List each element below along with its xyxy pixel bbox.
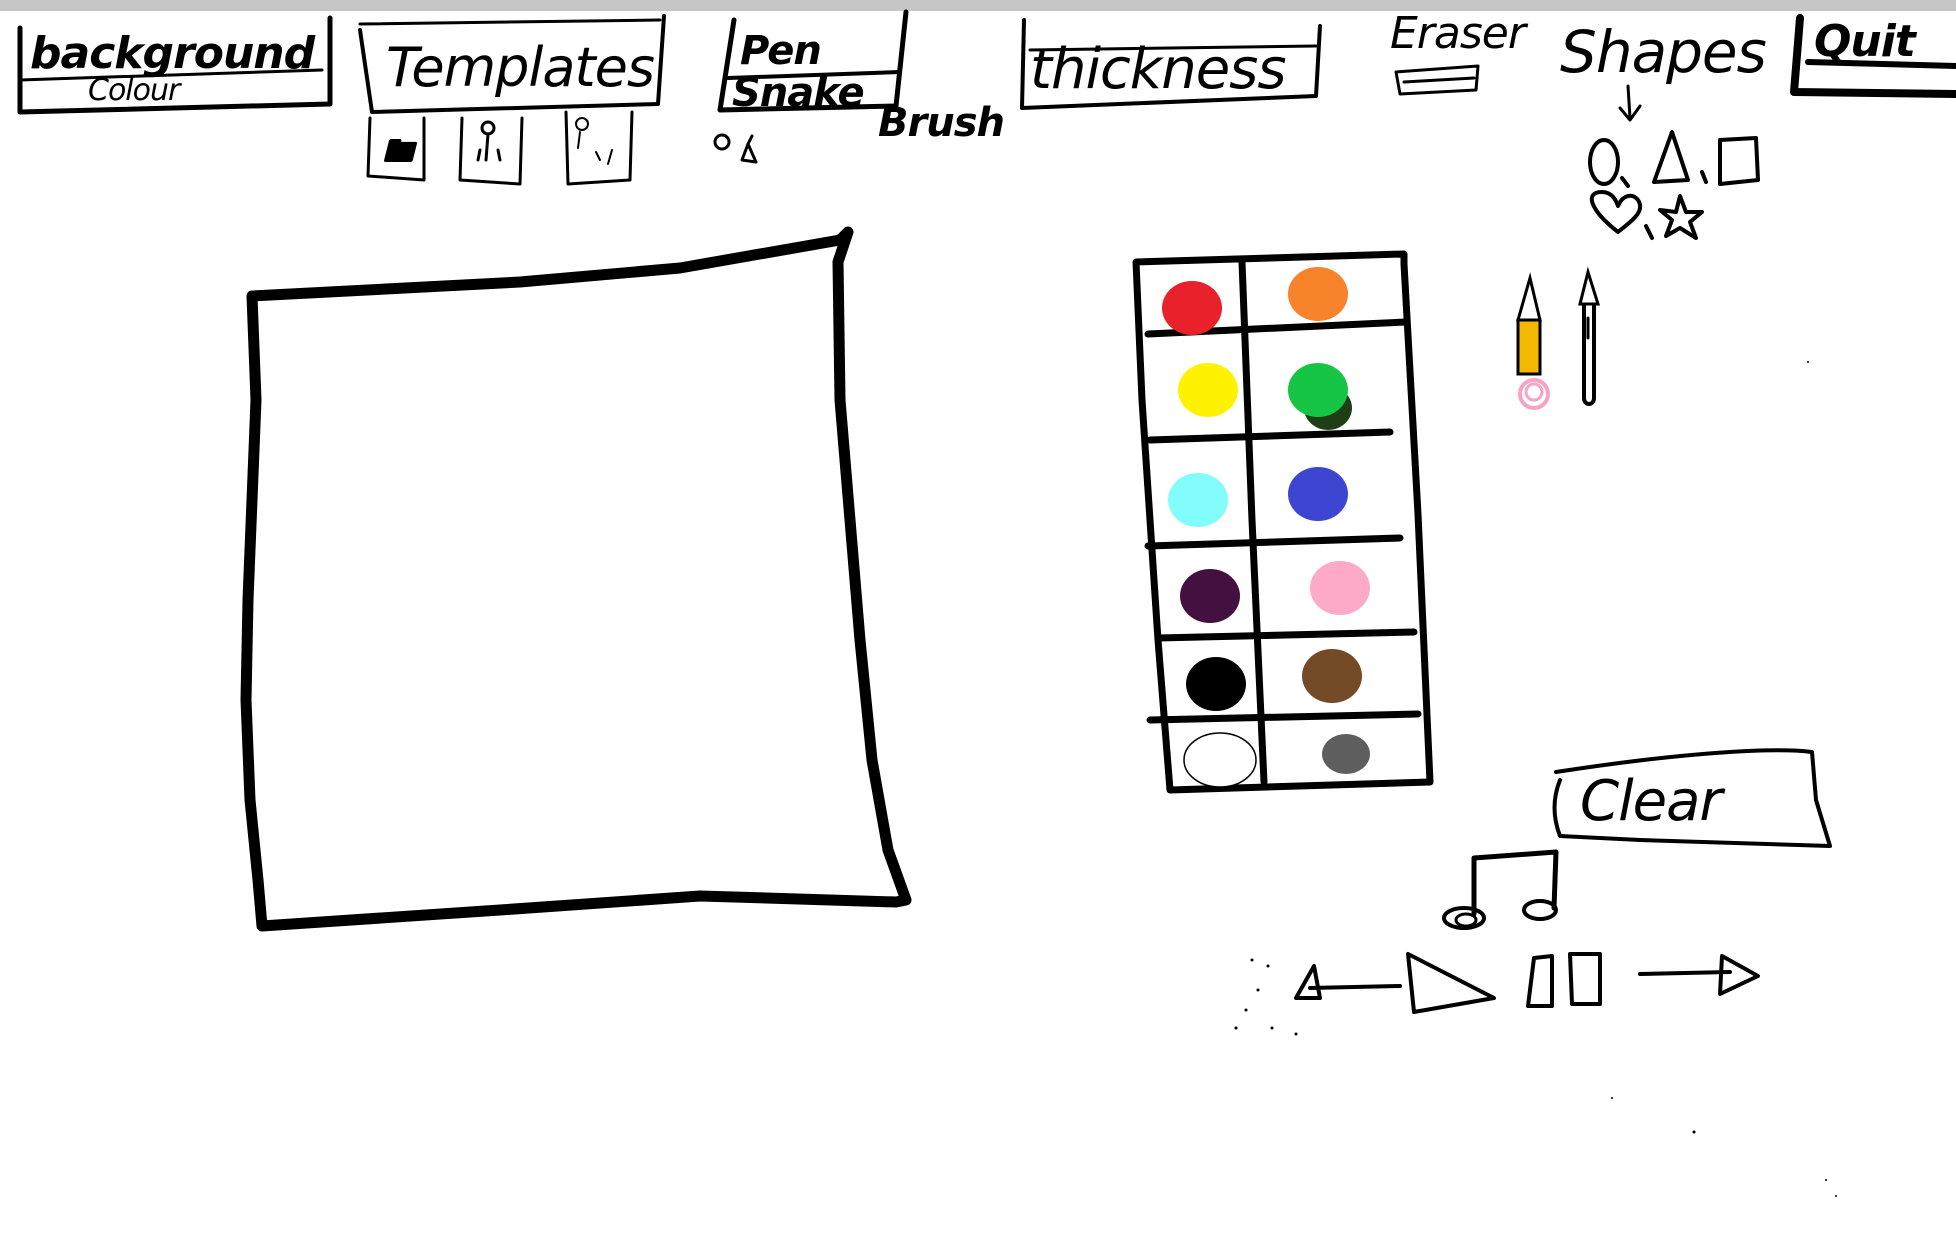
pen-sublabel: Snake [732,70,864,116]
square-icon[interactable] [1718,136,1760,186]
brush-button[interactable]: Brush [878,100,1005,146]
template-thumb-2[interactable] [458,116,524,186]
templates-label: Templates [386,36,654,99]
pause-button[interactable] [1526,952,1602,1008]
clear-button[interactable]: Clear [1552,748,1832,848]
back-arrow-button[interactable] [1294,964,1402,1000]
shapes-button[interactable]: Shapes [1560,18,1767,122]
color-swatches [1162,267,1370,788]
play-icon [1406,952,1496,1014]
brush-label: Brush [878,100,1004,146]
background-label: background [30,28,316,79]
shapes-label: Shapes [1560,18,1766,86]
background-sublabel: Colour [88,73,182,108]
star-icon[interactable] [1658,194,1704,240]
swatch-cyan[interactable] [1168,473,1228,527]
pencil-icon [1516,318,1542,376]
shape-options[interactable] [1588,130,1760,240]
thickness-button[interactable]: thickness [1020,18,1322,110]
sketch-ui: background Colour Templates 🖿 Pen Snake … [17,8,1956,1197]
clear-label: Clear [1580,769,1725,834]
quit-button[interactable]: Quit [1790,14,1956,98]
figure-icon [575,117,589,131]
template-thumb-3[interactable] [564,110,634,186]
background-colour-button[interactable]: background Colour [17,15,333,115]
quit-label: Quit [1814,16,1918,67]
pause-icon [1526,952,1602,1008]
thickness-label: thickness [1030,37,1286,102]
swatch-pink[interactable] [1310,561,1370,615]
color-palette [1132,250,1434,794]
heart-icon[interactable] [1589,190,1642,234]
eraser-icon [1394,64,1480,96]
pen-label: Pen [740,28,821,74]
forward-arrow-icon [1638,954,1760,996]
swatch-orange[interactable] [1288,267,1348,321]
triangle-icon[interactable] [1652,130,1690,184]
template-thumb-1[interactable]: 🖿 [366,116,426,182]
eraser-button[interactable]: Eraser [1390,8,1530,96]
arrow-down-icon [1618,84,1642,122]
templates-button[interactable]: Templates [358,14,666,114]
swatch-black[interactable] [1186,657,1246,711]
drawing-canvas[interactable] [240,226,912,932]
swatch-yellow[interactable] [1178,363,1238,417]
figure-icon [480,120,496,136]
swatch-brown[interactable] [1302,649,1362,703]
pen-size-icons[interactable] [713,133,758,164]
swatch-blue[interactable] [1288,467,1348,521]
swatch-green[interactable] [1288,363,1348,417]
pencil-tool[interactable] [1516,272,1550,410]
figure-icon: 🖿 [382,132,418,170]
circle-icon[interactable] [1588,138,1620,186]
swatch-gray[interactable] [1322,734,1370,774]
brush-tool[interactable] [1578,266,1601,406]
back-arrow-icon [1294,964,1402,1000]
eraser-label: Eraser [1390,8,1529,59]
swatch-white[interactable] [1183,732,1257,788]
swatch-red[interactable] [1162,281,1222,335]
forward-arrow-button[interactable] [1638,954,1760,996]
swatch-purple[interactable] [1180,569,1240,623]
music-note-icon[interactable] [1442,849,1559,930]
play-button[interactable] [1406,952,1496,1014]
